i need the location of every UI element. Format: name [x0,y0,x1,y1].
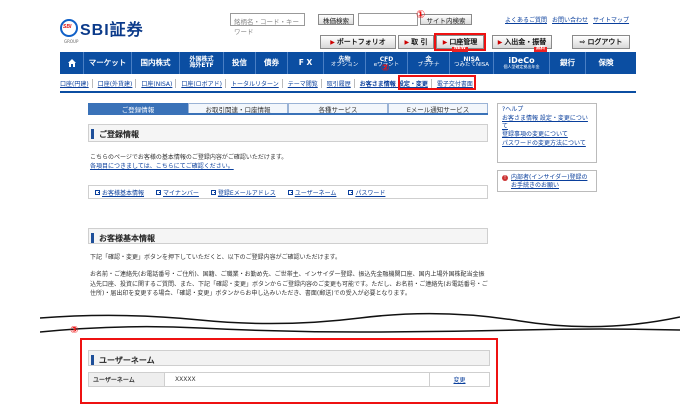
nav-insurance[interactable]: 保険 [586,52,626,74]
callout-2: ② [381,63,390,74]
subnav-theme[interactable]: テーマ閲覧 [288,78,322,88]
sbi-logo[interactable]: SBI SBI証券 [60,16,144,40]
basic-info-detail: お名前・ご連絡先(お電話番号・ご住所)、国籍、ご職業・お勤め先、ご世帯主、インサ… [90,271,488,298]
anchor-icon [156,189,162,195]
stock-search-input[interactable]: 銘柄名・コード・キーワード [230,13,305,36]
arrow-icon: ▶ [404,38,410,46]
anchor-username[interactable]: ユーザーネーム [287,188,336,197]
details-link[interactable]: 各項目につきましては、こちらにてご確認ください。 [90,162,490,171]
registration-intro: こちらのページでお客様の基本情報のご登録内容がご確認いただけます。 各項目につき… [90,153,490,171]
anchor-basic-info[interactable]: お客様基本情報 [95,188,144,197]
nav-funds[interactable]: 投信 [224,52,256,74]
sbi-logo-icon: SBI [60,19,78,37]
subnav-nisa-account[interactable]: 口座(NISA) [141,78,177,88]
nav-ideco[interactable]: 無料 iDeCo 個人型確定拠出年金 [494,46,550,74]
sub-nav: 口座(円建) 口座(外貨建) 口座(NISA) 口座(ロボアド) トータルリター… [60,77,636,89]
nav-domestic-stock[interactable]: 国内株式 [132,52,180,74]
help-link-changes[interactable]: 登録事項の変更について [502,131,592,139]
anchor-icon [210,189,216,195]
nav-futures[interactable]: 先物 オプション [324,52,366,74]
home-icon[interactable] [60,52,84,74]
callout-1: ① [416,8,426,21]
insider-link[interactable]: 内部者(インサイダー)登録のお手続きのお願い [511,174,592,189]
anchor-email[interactable]: 登録Eメールアドレス [210,188,276,197]
notice-icon: ! [502,174,508,181]
brand-name: SBI証券 [80,22,144,39]
content-tabs: ご登録情報 お取引関連・口座情報 各種サービス Eメール通知サービス [88,103,488,115]
anchor-my-number[interactable]: マイナンバー [156,188,199,197]
callout-3: ③ [70,325,79,336]
highlight-username-section [80,338,498,404]
torn-edge [40,312,680,337]
top-links: よくあるご質問 お問い合わせ サイトマップ [505,15,629,24]
subnav-roboad-account[interactable]: 口座(ロボアド) [181,78,227,88]
anchor-password[interactable]: パスワード [348,188,385,197]
main-nav: マーケット 国内株式 外国株式 海外ETF 投信 債券 F X 先物 オプション C… [60,46,636,74]
arrow-icon: ▶ [330,38,335,46]
subnav-total-return[interactable]: トータルリターン [231,78,283,88]
nav-bonds[interactable]: 債券 [256,52,288,74]
nav-nisa[interactable]: NEW NISA つみたてNISA [450,46,494,74]
nav-market[interactable]: マーケット [84,52,132,74]
arrow-icon: ▶ [497,38,503,46]
logout-button[interactable]: ⇨ ログアウト [572,35,630,49]
nav-gold[interactable]: 金プラチナ [408,52,450,74]
site-search-button[interactable]: サイト内検索 [420,14,472,25]
subnav-foreign-account[interactable]: 口座(外貨建) [98,78,137,88]
basic-info-heading: お客様基本情報 [88,228,488,244]
sitemap-link[interactable]: サイトマップ [593,15,629,24]
tab-services[interactable]: 各種サービス [288,103,388,114]
help-link-password[interactable]: パスワードの変更方法について [502,140,592,148]
subnav-divider [60,91,636,93]
basic-info-desc: 下記「確認・変更」ボタンを押下していただくと、以下のご登録内容がご確認いただけま… [90,254,341,261]
tab-trade-account-info[interactable]: お取引関連・口座情報 [188,103,288,114]
trade-button[interactable]: ▶ 取 引 [398,35,434,49]
nav-fx[interactable]: F X [288,52,324,74]
subnav-jpy-account[interactable]: 口座(円建) [60,78,93,88]
portfolio-button[interactable]: ▶ ポートフォリオ [320,35,396,49]
anchor-icon [287,189,293,195]
stock-search-button[interactable]: 株価検索 [318,14,354,25]
logout-icon: ⇨ [579,38,586,46]
free-badge: 無料 [534,46,547,52]
subnav-history[interactable]: 取引履歴 [327,78,355,88]
tab-registration-info[interactable]: ご登録情報 [88,103,188,114]
help-link-settings[interactable]: お客さま情報 設定・変更について [502,115,592,131]
anchor-links: お客様基本情報 マイナンバー 登録Eメールアドレス ユーザーネーム パスワード [88,185,488,199]
nav-bank[interactable]: 銀行 [550,52,586,74]
highlight-customer-settings [398,75,476,90]
nav-foreign-stock[interactable]: 外国株式 海外ETF [180,52,224,74]
new-badge: NEW [452,46,468,52]
tab-email-notification[interactable]: Eメール通知サービス [388,103,488,114]
anchor-icon [95,189,100,195]
contact-link[interactable]: お問い合わせ [552,15,588,24]
registration-info-heading: ご登録情報 [88,124,488,142]
help-box: ?ヘルプ お客さま情報 設定・変更について 登録事項の変更について パスワードの… [497,103,597,163]
faq-link[interactable]: よくあるご質問 [505,15,547,24]
anchor-icon [348,189,354,195]
site-search-input[interactable] [358,13,418,26]
insider-notice[interactable]: ! 内部者(インサイダー)登録のお手続きのお願い [497,170,597,192]
brand-sub: GROUP [64,39,79,44]
help-title: ?ヘルプ [502,106,524,113]
